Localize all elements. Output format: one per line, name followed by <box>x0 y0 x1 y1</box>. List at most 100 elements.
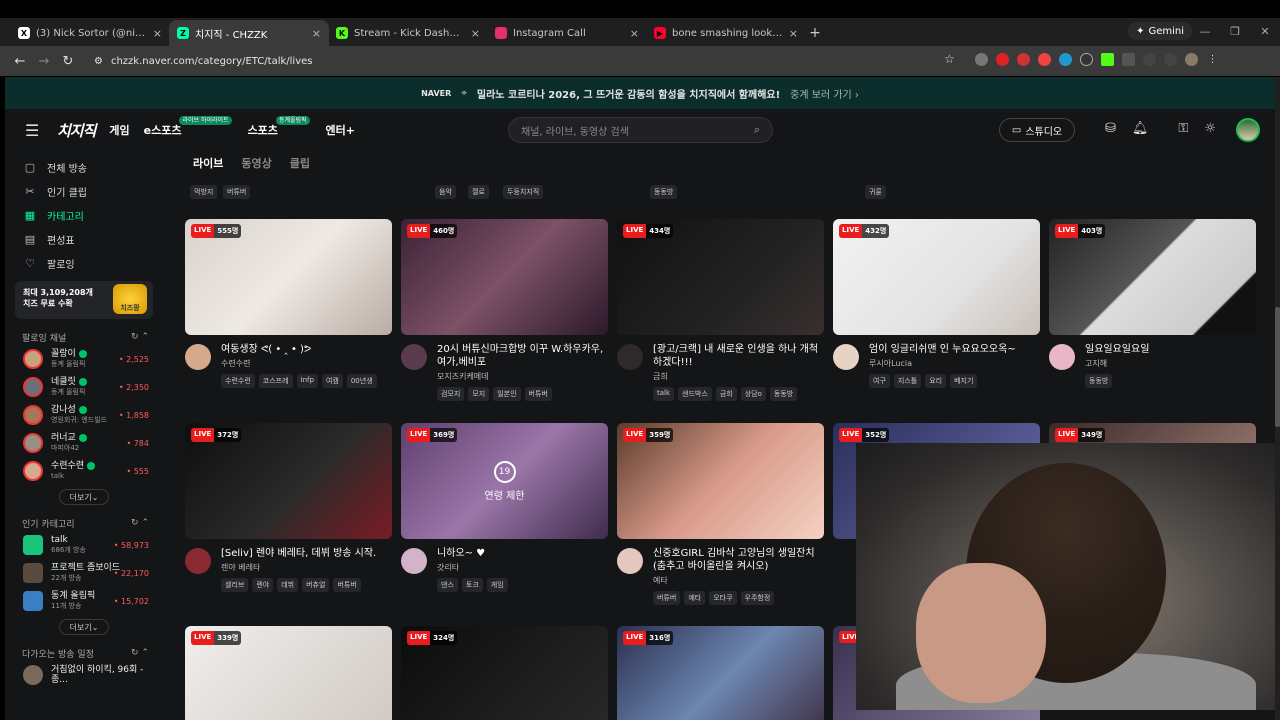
search-icon[interactable]: ⌕ <box>754 123 760 137</box>
stream-tag[interactable]: 금희 <box>715 387 737 401</box>
stream-title[interactable]: 니하오~ ♥ <box>437 547 608 560</box>
stream-thumbnail[interactable]: LIVE 316명 <box>617 626 824 720</box>
back-icon[interactable]: ← <box>8 54 32 69</box>
stream-tag[interactable]: talk <box>653 387 675 401</box>
theme-sun-icon[interactable]: ☼ <box>1204 121 1216 136</box>
stream-thumbnail[interactable]: LIVE 339명 <box>185 626 392 720</box>
category-tag[interactable]: 먹방지 <box>190 185 218 199</box>
stream-card[interactable]: LIVE 316명 <box>617 626 824 720</box>
channel-avatar[interactable] <box>401 344 427 370</box>
gemini-button[interactable]: ✦ Gemini <box>1128 22 1192 40</box>
stream-thumbnail[interactable]: LIVE 369명 19 연령 제한 <box>401 423 608 539</box>
stream-card[interactable]: LIVE 555명 여동생장 ᕙ( • ‸ • )ᕗ 수련수련 수련수련 코스프레 Infp… <box>185 219 392 389</box>
stream-title[interactable]: 일요일요일요일 <box>1085 343 1256 356</box>
category-tag[interactable]: 음악 <box>435 185 456 199</box>
stream-tag[interactable]: 오타쿠 <box>709 591 737 605</box>
tab-close-icon[interactable]: × <box>153 27 162 40</box>
popular-category[interactable]: 동계 올림픽 11개 방송 • 15,702 <box>5 587 163 615</box>
stream-thumbnail[interactable]: LIVE 460명 <box>401 219 608 335</box>
stream-tag[interactable]: 요리 <box>925 374 947 388</box>
stream-card[interactable]: LIVE 359명 신중호GIRL 김바삭 고양님의 생일잔치 (춤추고 바이올린을… <box>617 423 824 605</box>
studio-button[interactable]: ▭ 스튜디오 <box>999 118 1075 142</box>
banner-more-link[interactable]: 중계 보러 가기 › <box>790 86 859 101</box>
upcoming-item[interactable]: 거침없이 하이킥, 96회 - 종... <box>5 661 163 689</box>
nav-item[interactable]: e스포츠라이브 하이라이트 <box>144 116 234 138</box>
stream-tag[interactable]: 댄스 <box>437 578 458 592</box>
stream-tag[interactable]: 버츄얼 <box>302 578 330 592</box>
puzzle-icon[interactable] <box>1122 53 1135 66</box>
refresh-icon[interactable]: ↻ ⌃ <box>131 332 149 342</box>
following-channel[interactable]: 감나성 영원회귀: 엔드빌드 • 1,858 <box>5 401 163 429</box>
chzzk-logo[interactable]: 치지직 <box>57 120 96 141</box>
tab-close-icon[interactable]: × <box>789 27 798 40</box>
stream-title[interactable]: 여동생장 ᕙ( • ‸ • )ᕗ <box>221 343 392 356</box>
stream-card[interactable]: LIVE 372명 [Seliv] 렌야 베레타, 데뷔 방송 시작. 렌야 베레타 셀… <box>185 423 392 593</box>
stream-tag[interactable]: 여구 <box>869 374 890 388</box>
stream-tag[interactable]: 샌드박스 <box>678 387 712 401</box>
scrollbar-thumb[interactable] <box>1275 307 1280 427</box>
forward-icon[interactable]: → <box>32 54 56 69</box>
stream-tag[interactable]: 버튜버 <box>333 578 361 592</box>
stream-tag[interactable]: 여캠 <box>321 374 343 388</box>
stream-tag[interactable]: 코스프레 <box>258 374 293 388</box>
stream-tag[interactable]: 예타 <box>684 591 706 605</box>
refresh-icon[interactable]: ↻ ⌃ <box>131 648 149 658</box>
channel-avatar[interactable] <box>185 344 211 370</box>
stream-title[interactable]: [광고/크랙] 내 새로운 인생을 하나 개척하겠다!!! <box>653 343 824 369</box>
event-banner[interactable]: NAVER ⌖ 밀라노 코르티나 2026, 그 뜨거운 감동의 함성을 치지직… <box>5 77 1275 109</box>
stream-tag[interactable]: 검모지 <box>437 387 465 401</box>
minimize-icon[interactable]: — <box>1190 18 1220 46</box>
site-info-icon[interactable]: ⚙ <box>94 56 103 67</box>
browser-tab[interactable]: K Stream - Kick Dashboard × <box>328 20 488 46</box>
stream-tag[interactable]: 토크 <box>461 578 483 592</box>
following-channel[interactable]: 러너교 마피아42 • 784 <box>5 429 163 457</box>
bookmark-star-icon[interactable]: ☆ <box>944 52 955 66</box>
category-tag[interactable]: 젤로 <box>468 185 489 199</box>
kick-extension-icon[interactable] <box>1101 53 1114 66</box>
stream-tag[interactable]: 00년생 <box>346 374 377 388</box>
sidebar-item[interactable]: ▤ 편성표 <box>5 227 163 251</box>
stream-card[interactable]: LIVE 369명 19 연령 제한니하오~ ♥ 걋리타댄스 토크 게임 <box>401 423 608 593</box>
stream-title[interactable]: 신중호GIRL 김바삭 고양님의 생일잔치 (춤추고 바이올린을 켜시오) <box>653 547 824 573</box>
stream-tag[interactable]: 렌야 <box>252 578 274 592</box>
stream-tag[interactable]: 버튜버 <box>524 387 552 401</box>
stream-tag[interactable]: 동동방 <box>769 387 798 401</box>
profile-icon[interactable] <box>1185 53 1198 66</box>
stream-tag[interactable]: 베지기 <box>950 374 978 388</box>
stream-tag[interactable]: 버튜버 <box>653 591 681 605</box>
channel-name[interactable]: 루시아Lucia <box>869 358 1040 369</box>
new-tab-button[interactable]: + <box>803 20 827 46</box>
stream-card[interactable]: LIVE 324명 <box>401 626 608 720</box>
stream-card[interactable]: LIVE 339명 <box>185 626 392 720</box>
stream-card[interactable]: LIVE 460명 20시 버튜신마크합방 이꾸 W.하우카우, 여가,베비포 모지즈… <box>401 219 608 401</box>
channel-avatar[interactable] <box>617 548 643 574</box>
tab-videos[interactable]: 동영상 <box>241 155 271 171</box>
channel-name[interactable]: 걋리타 <box>437 562 608 573</box>
stream-tag[interactable]: 게임 <box>486 578 508 592</box>
channel-avatar[interactable] <box>833 344 859 370</box>
reload-icon[interactable]: ↻ <box>56 54 80 69</box>
stream-thumbnail[interactable]: LIVE 434명 <box>617 219 824 335</box>
kebab-menu-icon[interactable]: ⋮ <box>1206 53 1219 66</box>
popular-more-button[interactable]: 더보기 ⌄ <box>59 619 109 635</box>
stream-card[interactable]: LIVE 432명 엄이 잉글리쉬맨 인 누요요오오옥~ 루시아Lucia 여구 지스톨 요… <box>833 219 1040 389</box>
channel-avatar[interactable] <box>617 344 643 370</box>
extension-icon[interactable] <box>1038 53 1051 66</box>
stream-card[interactable]: LIVE 403명 일요일요일요일 고지해 동동방 <box>1049 219 1256 389</box>
sidebar-item[interactable]: ♡ 팔로잉 <box>5 251 163 275</box>
stream-thumbnail[interactable]: LIVE 432명 <box>833 219 1040 335</box>
stream-tag[interactable]: 우주함정 <box>740 591 775 605</box>
stream-thumbnail[interactable]: LIVE 403명 <box>1049 219 1256 335</box>
restore-icon[interactable]: ❐ <box>1220 18 1250 46</box>
category-tag[interactable]: 동동방 <box>650 185 678 199</box>
refresh-icon[interactable]: ↻ ⌃ <box>131 518 149 528</box>
sidebar-item[interactable]: ▦ 카테고리 <box>5 203 163 227</box>
stream-title[interactable]: 20시 버튜신마크합방 이꾸 W.하우카우, 여가,베비포 <box>437 343 608 369</box>
nav-item[interactable]: 엔터+ <box>326 122 355 138</box>
following-channel[interactable]: 수련수련 talk • 555 <box>5 457 163 485</box>
stream-thumbnail[interactable]: LIVE 324명 <box>401 626 608 720</box>
extension-icon[interactable] <box>1080 53 1093 66</box>
channel-avatar[interactable] <box>185 548 211 574</box>
extension-icon[interactable] <box>1143 53 1156 66</box>
channel-name[interactable]: 수련수련 <box>221 358 392 369</box>
